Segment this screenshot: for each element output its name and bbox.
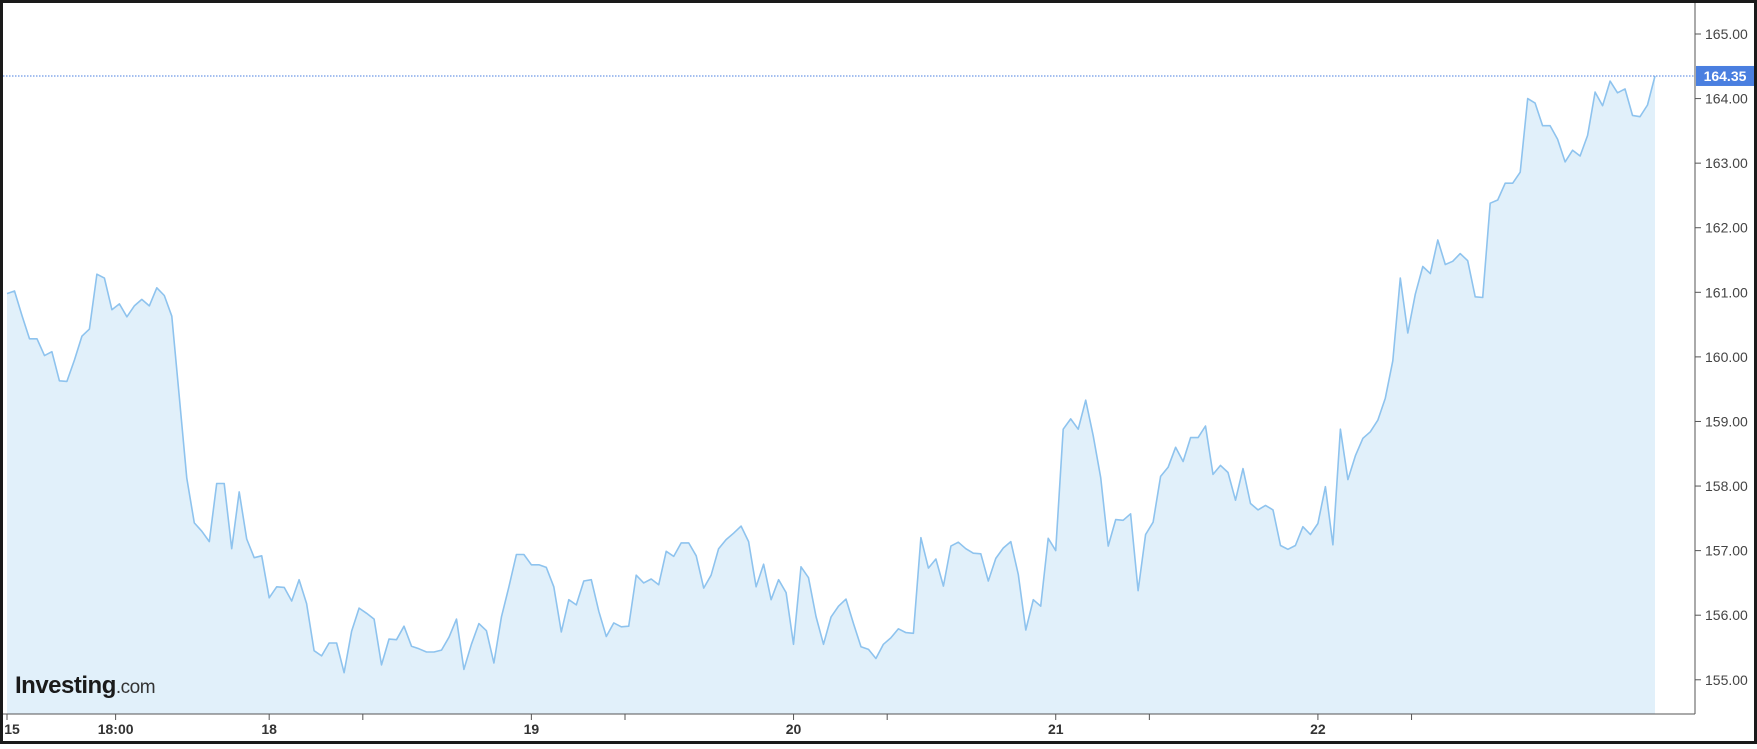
y-tick-label: 162.00 [1705,220,1748,236]
x-tick-label: 15 [4,721,20,737]
y-tick-label: 155.00 [1705,672,1748,688]
y-tick-label: 163.00 [1705,155,1748,171]
current-price-label: 164.35 [1704,68,1747,84]
y-tick-label: 157.00 [1705,543,1748,559]
y-tick-label: 165.00 [1705,26,1748,42]
y-tick-label: 158.00 [1705,478,1748,494]
y-tick-label: 159.00 [1705,413,1748,429]
y-tick-label: 160.00 [1705,349,1748,365]
y-tick-label: 161.00 [1705,284,1748,300]
svg-text:Investing.com: Investing.com [15,672,155,699]
x-tick-label: 19 [524,721,540,737]
chart-canvas: 155.00 156.00 157.00 158.00 159.00 160.00 161.… [0,0,1757,744]
logo-brand: Investing [15,672,116,699]
x-tick-label: 18:00 [98,721,134,737]
x-tick-label: 18 [261,721,277,737]
x-tick-label: 21 [1048,721,1064,737]
y-tick-label: 164.00 [1705,91,1748,107]
x-tick-label: 20 [786,721,802,737]
investing-logo: Investing.com [15,672,156,699]
price-chart: 155.00 156.00 157.00 158.00 159.00 160.00 161.… [0,0,1757,744]
y-tick-label: 156.00 [1705,607,1748,623]
logo-suffix: .com [116,677,155,698]
x-tick-label: 22 [1310,721,1326,737]
